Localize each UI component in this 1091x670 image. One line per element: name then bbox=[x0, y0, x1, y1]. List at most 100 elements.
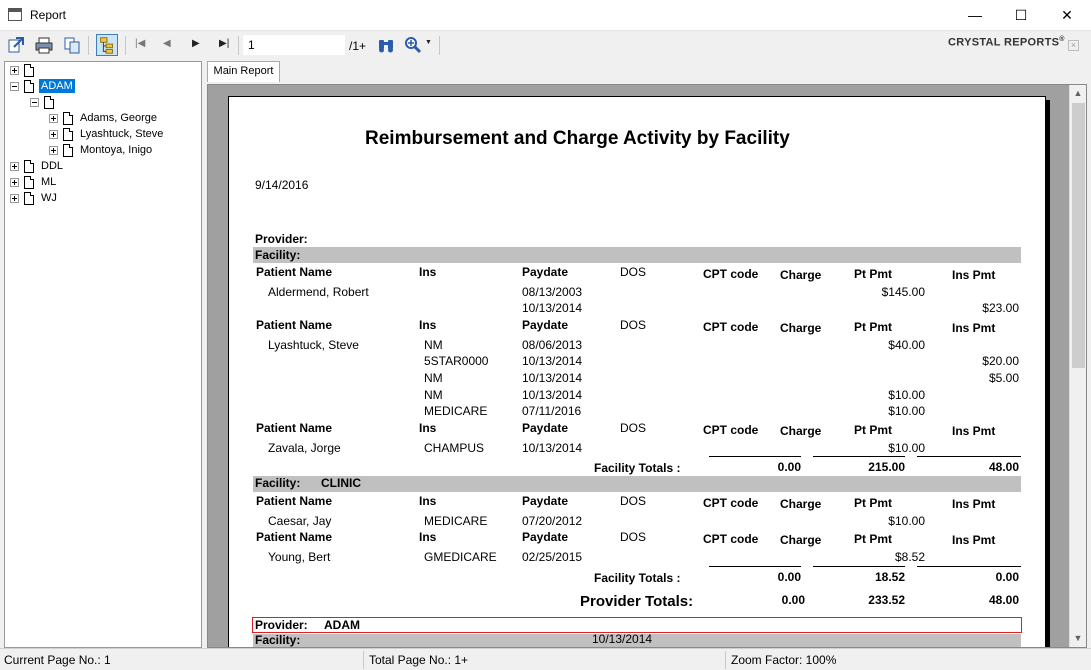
provider-label: Provider: bbox=[255, 618, 308, 632]
scroll-thumb[interactable] bbox=[1072, 103, 1085, 368]
col-header-paydate: Paydate bbox=[522, 421, 569, 435]
facility-label: Facility: bbox=[255, 476, 301, 490]
col-header-inspmt: Ins Pmt bbox=[952, 424, 996, 438]
col-header-ins: Ins bbox=[419, 265, 437, 279]
col-header-patient: Patient Name bbox=[256, 530, 333, 544]
col-header-cpt: CPT code bbox=[703, 423, 759, 437]
col-header-charge: Charge bbox=[780, 424, 822, 438]
col-header-inspmt: Ins Pmt bbox=[952, 321, 996, 335]
patient-name: Young, Bert bbox=[268, 550, 331, 564]
facility-total-inspmt: 0.00 bbox=[995, 570, 1019, 584]
total-rule bbox=[709, 566, 801, 567]
col-header-ptpmt: Pt Pmt bbox=[854, 532, 893, 546]
provider-total-inspmt: 48.00 bbox=[988, 593, 1019, 607]
facility-totals-label: Facility Totals : bbox=[594, 461, 681, 475]
facility-band bbox=[253, 247, 1021, 263]
col-header-ins: Ins bbox=[419, 318, 437, 332]
ptpmt-cell: $40.00 bbox=[888, 338, 925, 352]
patient-name: Lyashtuck, Steve bbox=[268, 338, 359, 352]
col-header-patient: Patient Name bbox=[256, 494, 333, 508]
col-header-charge: Charge bbox=[780, 268, 822, 282]
scroll-up-icon[interactable]: ▲ bbox=[1070, 85, 1086, 102]
expand-icon[interactable] bbox=[10, 178, 19, 187]
selected-provider-highlight[interactable] bbox=[252, 617, 1022, 633]
facility-totals-label: Facility Totals : bbox=[594, 571, 681, 585]
provider-totals-label: Provider Totals: bbox=[580, 593, 694, 610]
expand-icon[interactable] bbox=[10, 66, 19, 75]
col-header-cpt: CPT code bbox=[703, 320, 759, 334]
col-header-dos: DOS bbox=[620, 318, 647, 332]
current-page-status: Current Page No.: 1 bbox=[4, 653, 111, 667]
col-header-patient: Patient Name bbox=[256, 318, 333, 332]
col-header-inspmt: Ins Pmt bbox=[952, 533, 996, 547]
col-header-paydate: Paydate bbox=[522, 318, 569, 332]
expand-icon[interactable] bbox=[10, 194, 19, 203]
expand-icon[interactable] bbox=[49, 130, 58, 139]
previous-page-icon[interactable]: ◀ bbox=[163, 38, 171, 49]
expand-icon[interactable] bbox=[10, 162, 19, 171]
app-icon bbox=[8, 8, 22, 21]
patient-name: Zavala, Jorge bbox=[268, 441, 341, 455]
col-header-dos: DOS bbox=[620, 421, 647, 435]
ins-cell: CHAMPUS bbox=[424, 441, 485, 455]
ins-cell: 5STAR0000 bbox=[424, 354, 489, 368]
col-header-cpt: CPT code bbox=[703, 496, 759, 510]
first-page-icon[interactable]: |◀ bbox=[135, 38, 145, 49]
paydate-cell: 07/11/2016 bbox=[522, 404, 582, 418]
print-icon[interactable] bbox=[35, 36, 53, 54]
facility-total-ptpmt: 18.52 bbox=[874, 570, 905, 584]
tab-main-report[interactable]: Main Report bbox=[207, 61, 280, 82]
toolbar-separator bbox=[125, 36, 126, 55]
ins-cell: NM bbox=[424, 388, 443, 402]
zoom-dropdown-icon[interactable]: ▼ bbox=[425, 39, 432, 46]
crystal-reports-logo: CRYSTAL REPORTS® bbox=[948, 36, 1065, 49]
status-divider bbox=[725, 651, 726, 669]
col-header-inspmt: Ins Pmt bbox=[952, 268, 996, 282]
col-header-charge: Charge bbox=[780, 321, 822, 335]
paydate-cell: 08/06/2013 bbox=[522, 338, 583, 352]
maximize-button[interactable]: ☐ bbox=[998, 0, 1044, 31]
export-icon[interactable] bbox=[7, 36, 25, 54]
page-number-input[interactable] bbox=[243, 35, 345, 55]
status-divider bbox=[363, 651, 364, 669]
minimize-button[interactable]: — bbox=[952, 0, 998, 31]
provider-total-charge: 0.00 bbox=[781, 593, 805, 607]
expand-icon[interactable] bbox=[49, 114, 58, 123]
col-header-dos: DOS bbox=[620, 530, 647, 544]
vertical-scrollbar[interactable]: ▲ ▼ bbox=[1069, 85, 1086, 647]
copy-icon[interactable] bbox=[63, 36, 81, 54]
ins-cell: GMEDICARE bbox=[424, 550, 497, 564]
scroll-down-icon[interactable]: ▼ bbox=[1070, 630, 1086, 647]
collapse-icon[interactable] bbox=[30, 98, 39, 107]
close-button[interactable]: ✕ bbox=[1044, 0, 1090, 31]
patient-name: Aldermend, Robert bbox=[268, 285, 369, 299]
col-header-ins: Ins bbox=[419, 494, 437, 508]
col-header-charge: Charge bbox=[780, 533, 822, 547]
close-brand-icon[interactable]: × bbox=[1068, 40, 1079, 51]
document-icon bbox=[63, 144, 73, 157]
ins-cell: NM bbox=[424, 338, 443, 352]
patient-name: Caesar, Jay bbox=[268, 514, 332, 528]
total-rule bbox=[917, 566, 1021, 567]
paydate-cell: 10/13/2014 bbox=[522, 388, 583, 402]
zoom-status: Zoom Factor: 100% bbox=[731, 653, 837, 667]
document-icon bbox=[24, 192, 34, 205]
provider-total-ptpmt: 233.52 bbox=[868, 593, 905, 607]
group-tree: ADAM Adams, George Lyashtuck, Steve Mont… bbox=[4, 61, 202, 648]
report-viewer[interactable]: Reimbursement and Charge Activity by Fac… bbox=[207, 84, 1087, 648]
binoculars-icon[interactable] bbox=[377, 36, 395, 54]
expand-icon[interactable] bbox=[49, 146, 58, 155]
facility-name: CLINIC bbox=[321, 476, 361, 490]
paydate-cell: 10/13/2014 bbox=[522, 441, 583, 455]
col-header-dos: DOS bbox=[620, 494, 647, 508]
zoom-icon[interactable] bbox=[404, 36, 422, 54]
next-page-icon[interactable]: ▶ bbox=[192, 38, 200, 49]
ptpmt-cell: $8.52 bbox=[894, 550, 925, 564]
last-page-icon[interactable]: ▶| bbox=[219, 38, 229, 49]
collapse-icon[interactable] bbox=[10, 82, 19, 91]
facility-total-charge: 0.00 bbox=[777, 460, 801, 474]
group-tree-toggle-icon[interactable] bbox=[96, 34, 118, 56]
status-bar: Current Page No.: 1 Total Page No.: 1+ Z… bbox=[0, 648, 1091, 670]
col-header-ptpmt: Pt Pmt bbox=[854, 423, 893, 437]
paydate-cell: 02/25/2015 bbox=[522, 550, 583, 564]
